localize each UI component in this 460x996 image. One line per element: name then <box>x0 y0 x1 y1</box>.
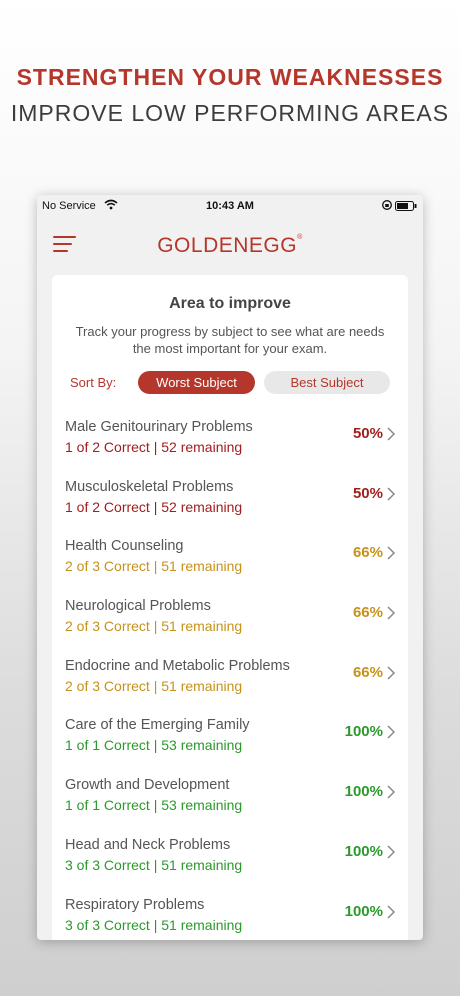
subject-row[interactable]: Musculoskeletal Problems 1 of 2 Correct |… <box>52 473 408 533</box>
best-subject-button[interactable]: Best Subject <box>264 371 390 394</box>
subject-stats: 2 of 3 Correct | 51 remaining <box>65 677 243 694</box>
subject-stats: 1 of 2 Correct | 52 remaining <box>65 498 243 515</box>
subject-percent: 100% <box>344 783 383 801</box>
status-time: 10:43 AM <box>206 200 254 212</box>
subject-percent: 66% <box>352 604 383 622</box>
subject-percent: 50% <box>352 425 383 442</box>
chevron-right-icon <box>387 666 396 680</box>
subject-percent: 100% <box>344 902 383 920</box>
phone-screen: No Service 10:43 AM GOLDENEGG® Area to i… <box>37 195 423 940</box>
subject-row[interactable]: Respiratory Problems 3 of 3 Correct | 51 … <box>52 891 408 941</box>
subject-percent: 100% <box>344 842 383 860</box>
subject-percent: 66% <box>352 663 383 681</box>
subject-name: Male Genitourinary Problems <box>65 419 253 435</box>
chevron-right-icon <box>387 904 396 919</box>
worst-subject-button[interactable]: Worst Subject <box>138 371 255 394</box>
subject-list: Male Genitourinary Problems 1 of 2 Correc… <box>52 413 408 940</box>
subject-stats: 2 of 3 Correct | 51 remaining <box>65 618 243 635</box>
area-to-improve-card: Area to improve Track your progress by s… <box>52 275 408 940</box>
chevron-right-icon <box>387 427 396 441</box>
subject-name: Musculoskeletal Problems <box>65 478 234 495</box>
subject-row[interactable]: Care of the Emerging Family 1 of 1 Correc… <box>52 711 408 771</box>
chevron-right-icon <box>387 725 396 739</box>
promo-subheadline: IMPROVE LOW PERFORMING AREAS <box>10 100 450 126</box>
chevron-right-icon <box>387 546 396 560</box>
chevron-right-icon <box>387 845 396 859</box>
subject-name: Growth and Development <box>65 777 230 794</box>
subject-row[interactable]: Male Genitourinary Problems 1 of 2 Correc… <box>52 413 408 473</box>
sort-bar: Sort By: Worst Subject Best Subject <box>52 371 408 395</box>
subject-stats: 1 of 1 Correct | 53 remaining <box>65 797 243 814</box>
subject-row[interactable]: Endocrine and Metabolic Problems 2 of 3 C… <box>52 652 408 712</box>
app-logo: GOLDENEGG® <box>157 234 303 257</box>
rotation-lock-icon <box>382 200 392 210</box>
subject-name: Respiratory Problems <box>65 896 205 913</box>
chevron-right-icon <box>387 785 396 799</box>
sort-label: Sort By: <box>70 375 117 390</box>
subject-name: Neurological Problems <box>65 598 211 615</box>
subject-row[interactable]: Head and Neck Problems 3 of 3 Correct | 5… <box>52 831 408 891</box>
subject-percent: 50% <box>352 484 383 502</box>
card-title: Area to improve <box>169 295 291 312</box>
subject-stats: 2 of 3 Correct | 51 remaining <box>65 558 243 575</box>
subject-name: Care of the Emerging Family <box>65 717 250 734</box>
subject-row[interactable]: Growth and Development 1 of 1 Correct | 5… <box>52 771 408 831</box>
subject-stats: 3 of 3 Correct | 51 remaining <box>65 916 243 933</box>
battery-icon <box>395 201 417 211</box>
subject-name: Health Counseling <box>65 538 184 555</box>
promo-headline: STRENGTHEN YOUR WEAKNESSES <box>16 64 444 90</box>
subject-name: Head and Neck Problems <box>65 836 231 853</box>
chevron-right-icon <box>387 487 396 501</box>
app-header: GOLDENEGG® <box>37 217 423 273</box>
subject-stats: 1 of 1 Correct | 53 remaining <box>65 737 243 754</box>
subject-percent: 66% <box>352 544 383 562</box>
status-bar: No Service 10:43 AM <box>37 195 423 217</box>
subject-name: Endocrine and Metabolic Problems <box>65 657 290 674</box>
card-description: Track your progress by subject to see wh… <box>75 324 385 356</box>
subject-percent: 100% <box>344 723 383 741</box>
subject-row[interactable]: Health Counseling 2 of 3 Correct | 51 rem… <box>52 532 408 592</box>
subject-stats: 1 of 2 Correct | 52 remaining <box>65 439 243 455</box>
subject-row[interactable]: Neurological Problems 2 of 3 Correct | 51… <box>52 592 408 652</box>
chevron-right-icon <box>387 606 396 620</box>
subject-stats: 3 of 3 Correct | 51 remaining <box>65 856 243 873</box>
